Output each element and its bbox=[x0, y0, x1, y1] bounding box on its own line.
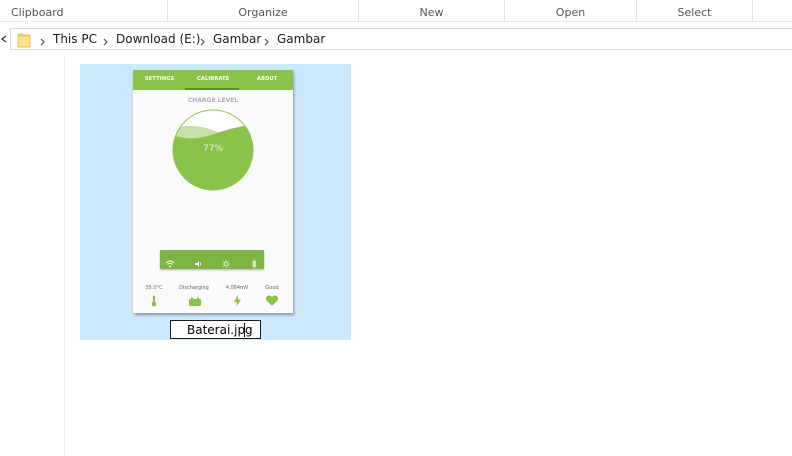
breadcrumb-this-pc[interactable]: This PC bbox=[53, 32, 97, 46]
up-chevron-icon[interactable] bbox=[0, 32, 8, 46]
address-bar[interactable]: This PC Download (E:) Gambar Gambar bbox=[10, 28, 792, 50]
battery-icon bbox=[188, 292, 202, 311]
thumb-charge-percent: 77% bbox=[202, 144, 223, 154]
volume-icon bbox=[193, 254, 203, 267]
thumb-tab-settings: SETTINGS bbox=[145, 76, 175, 82]
breadcrumb-download[interactable]: Download (E:) bbox=[116, 32, 200, 46]
ribbon-group-label: Select bbox=[677, 6, 712, 19]
thumb-stat-voltage: 4,084mV bbox=[225, 285, 249, 291]
thumb-stat-status: Discharging bbox=[179, 285, 209, 291]
rename-input[interactable]: Baterai.jpg bbox=[170, 320, 261, 339]
ribbon-group-label: Clipboard bbox=[11, 6, 64, 19]
chevron-right-icon[interactable] bbox=[39, 33, 47, 46]
thumb-controls-bar bbox=[160, 250, 264, 269]
bluetooth-icon bbox=[249, 254, 259, 269]
chevron-right-icon[interactable] bbox=[263, 33, 271, 46]
heart-icon bbox=[265, 292, 279, 311]
folder-icon bbox=[17, 32, 31, 48]
thumb-charge-label: CHARGE LEVEL bbox=[187, 97, 239, 104]
wifi-icon bbox=[165, 254, 175, 268]
text-caret bbox=[244, 323, 245, 337]
chevron-right-icon[interactable] bbox=[199, 33, 207, 46]
navigation-pane[interactable] bbox=[0, 56, 65, 456]
thumb-tab-indicator bbox=[185, 88, 239, 90]
address-row: This PC Download (E:) Gambar Gambar bbox=[0, 28, 792, 50]
thumb-app-bar: SETTINGS CALIBRATE ABOUT bbox=[133, 70, 293, 90]
lightning-icon bbox=[233, 292, 242, 311]
ribbon-group-label: Organize bbox=[238, 6, 288, 19]
thumb-stat-health: Good bbox=[265, 285, 279, 291]
brightness-icon bbox=[221, 254, 231, 268]
image-thumbnail[interactable]: SETTINGS CALIBRATE ABOUT CHARGE LEVEL 77… bbox=[133, 70, 293, 313]
rename-input-value: Baterai.jpg bbox=[187, 323, 253, 337]
ribbon-group-label: Open bbox=[555, 6, 586, 19]
thumb-stat-temperature: 35.0°C bbox=[145, 285, 163, 291]
ribbon: Clipboard Organize New Open Select bbox=[0, 0, 792, 22]
ribbon-group-label: New bbox=[419, 6, 444, 19]
chevron-right-icon[interactable] bbox=[102, 33, 110, 46]
ribbon-group-open[interactable]: Open bbox=[505, 0, 637, 22]
ribbon-group-clipboard[interactable]: Clipboard bbox=[0, 0, 168, 22]
ribbon-group-select[interactable]: Select bbox=[637, 0, 753, 22]
thermometer-icon bbox=[150, 292, 158, 311]
breadcrumb-gambar-current[interactable]: Gambar bbox=[277, 32, 325, 46]
thumb-tab-calibrate: CALIBRATE bbox=[197, 76, 230, 82]
ribbon-group-organize[interactable]: Organize bbox=[168, 0, 359, 22]
ribbon-group-new[interactable]: New bbox=[359, 0, 505, 22]
breadcrumb-gambar[interactable]: Gambar bbox=[213, 32, 261, 46]
thumb-tab-about: ABOUT bbox=[257, 76, 278, 82]
